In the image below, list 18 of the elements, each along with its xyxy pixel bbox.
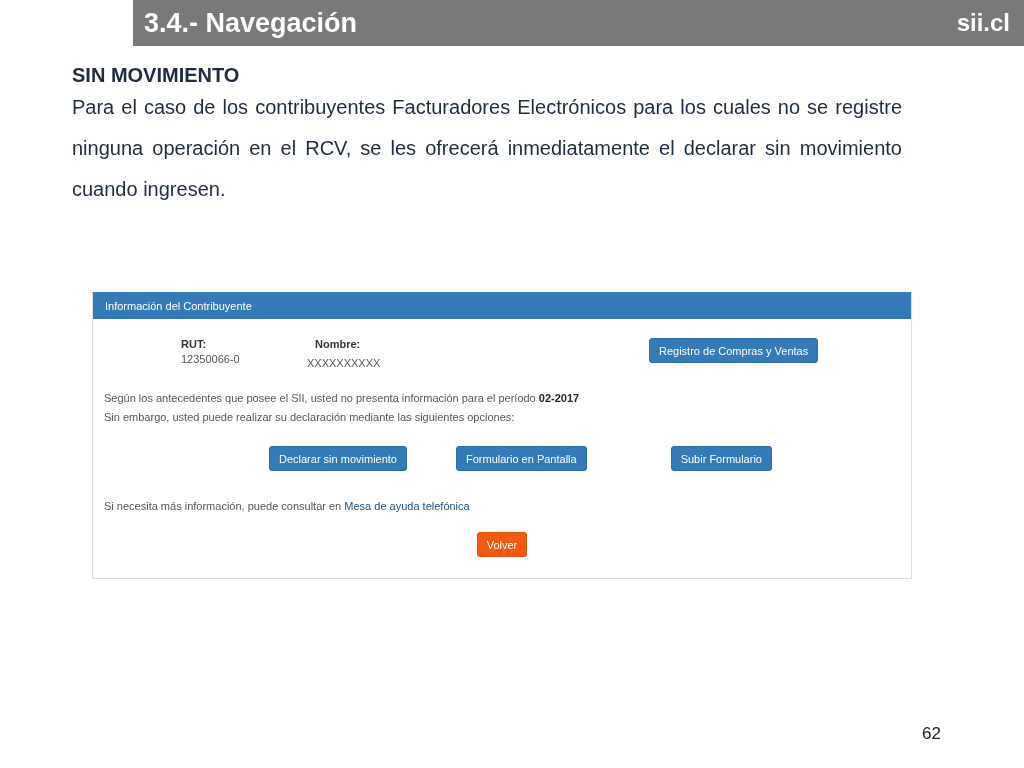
option-button[interactable]: Subir Formulario [670, 446, 772, 471]
registry-button[interactable]: Registro de Compras y Ventas [649, 338, 819, 363]
field-label: Nombre: [315, 338, 362, 350]
slide-title: 3.4.- Navegación [144, 7, 358, 39]
option-button[interactable]: Declarar sin movimiento [269, 446, 407, 471]
option-button[interactable]: Formulario en Pantalla [456, 446, 587, 471]
info-text: Sin embargo, usted puede realizar su declaración mediante las siguientes opciones: [104, 410, 516, 425]
panel-title: Información del Contribuyente [105, 299, 252, 312]
back-button[interactable]: Volver [476, 532, 528, 557]
help-link[interactable]: Mesa de ayuda telefónica [344, 500, 470, 512]
body-paragraph: Para el caso de los contribuyentes Facturadores Electrónicos para los cuales no se registre ninguna operación en el RCV, se les ofrecerá inmediatamente el declarar sin movimiento cuando ingresen. [72, 95, 902, 202]
page-number: 62 [922, 724, 941, 744]
field-value: XXXXXXXXXX [307, 357, 382, 369]
help-text: Si necesita más información, puede consultar en Mesa de ayuda telefónica [104, 500, 471, 512]
field-label: RUT: [181, 338, 208, 350]
brand-logo-text: sii.cl [956, 9, 1010, 37]
section-heading: SIN MOVIMIENTO [72, 64, 241, 87]
info-text: Según los antecedentes que posee el SII, usted no presenta información para el período 02-2017 [104, 391, 581, 406]
